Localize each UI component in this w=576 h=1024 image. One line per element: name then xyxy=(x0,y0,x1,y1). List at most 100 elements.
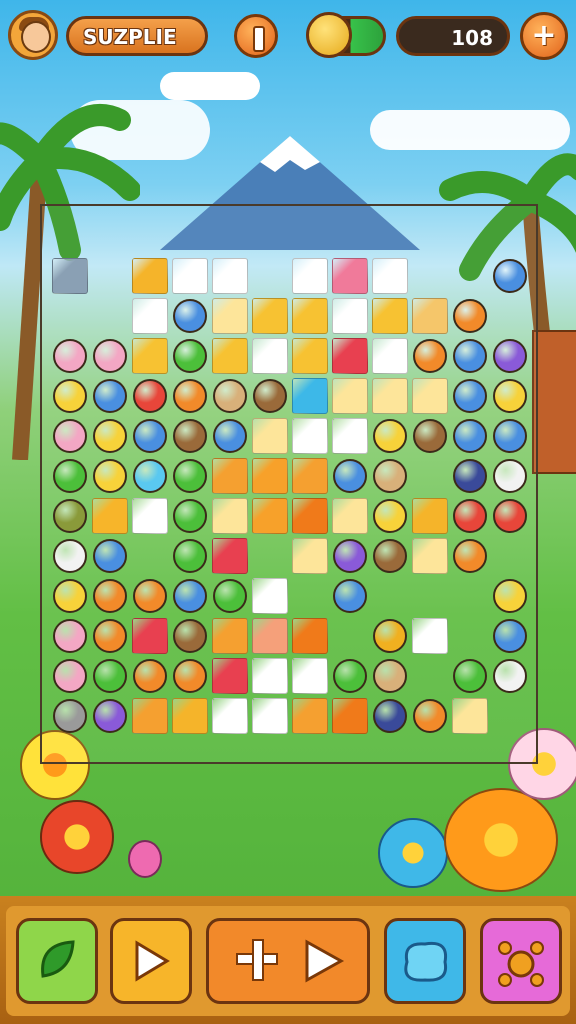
scroll-tan-icon[interactable] xyxy=(370,456,410,496)
monster-purple-icon[interactable] xyxy=(490,336,530,376)
tile[interactable] xyxy=(332,338,368,374)
monster-blue-icon[interactable] xyxy=(490,256,530,296)
hedgehog-brown-icon[interactable] xyxy=(170,616,210,656)
pencil-orange-icon[interactable] xyxy=(410,696,450,736)
ghost-white-icon[interactable] xyxy=(50,536,90,576)
frog-green-icon[interactable] xyxy=(90,656,130,696)
tile[interactable] xyxy=(372,258,408,294)
player-avatar[interactable] xyxy=(8,10,58,60)
step-play-button[interactable] xyxy=(206,918,370,1004)
gem-gold-icon[interactable] xyxy=(370,616,410,656)
cat-blue-icon[interactable] xyxy=(130,416,170,456)
owl-tan-icon[interactable] xyxy=(210,376,250,416)
tile[interactable] xyxy=(212,538,248,574)
tile[interactable] xyxy=(212,698,248,734)
frog-green-icon[interactable] xyxy=(50,456,90,496)
tile[interactable] xyxy=(332,498,368,534)
box-navy-icon[interactable] xyxy=(370,696,410,736)
frog-green-icon[interactable] xyxy=(170,456,210,496)
bat-purple-icon[interactable] xyxy=(330,536,370,576)
pig-pink-icon[interactable] xyxy=(50,336,90,376)
tile[interactable] xyxy=(332,418,368,454)
tile[interactable] xyxy=(212,458,248,494)
monster-red-icon[interactable] xyxy=(490,496,530,536)
add-button[interactable]: + xyxy=(520,12,568,60)
chick-yellow-icon[interactable] xyxy=(50,376,90,416)
tile[interactable] xyxy=(252,578,288,614)
log-brown-icon[interactable] xyxy=(170,416,210,456)
bird-orange-icon[interactable] xyxy=(170,376,210,416)
tile[interactable] xyxy=(292,658,328,694)
tile[interactable] xyxy=(212,298,248,334)
tile[interactable] xyxy=(412,298,448,334)
tree-green-icon[interactable] xyxy=(170,336,210,376)
tile[interactable] xyxy=(292,698,328,734)
tile[interactable] xyxy=(292,298,328,334)
pencil-orange-icon[interactable] xyxy=(410,336,450,376)
tile[interactable] xyxy=(412,498,448,534)
tile[interactable] xyxy=(92,498,128,534)
owl-olive-icon[interactable] xyxy=(50,496,90,536)
tile[interactable] xyxy=(332,698,368,734)
monster-blue-icon[interactable] xyxy=(170,296,210,336)
tile[interactable] xyxy=(252,658,288,694)
pencil-yellow-icon[interactable] xyxy=(370,496,410,536)
tile[interactable] xyxy=(372,298,408,334)
tile[interactable] xyxy=(212,658,248,694)
bird-blue-icon[interactable] xyxy=(490,616,530,656)
frog-green-icon[interactable] xyxy=(450,656,490,696)
apple-green-icon[interactable] xyxy=(170,536,210,576)
sheep-white-icon[interactable] xyxy=(490,456,530,496)
hedgehog-gray-icon[interactable] xyxy=(50,696,90,736)
tile[interactable] xyxy=(252,418,288,454)
cat-yellow-icon[interactable] xyxy=(90,456,130,496)
gem-blue-icon[interactable] xyxy=(90,536,130,576)
tile[interactable] xyxy=(292,498,328,534)
tile[interactable] xyxy=(212,258,248,294)
tile[interactable] xyxy=(332,378,368,414)
pig-pink-icon[interactable] xyxy=(50,416,90,456)
cat-purple-icon[interactable] xyxy=(90,696,130,736)
leaf-hint-button[interactable] xyxy=(16,918,98,1004)
egg-pink-icon[interactable] xyxy=(50,656,90,696)
scroll-orange-icon[interactable] xyxy=(450,296,490,336)
tile[interactable] xyxy=(452,698,488,734)
tile[interactable] xyxy=(132,338,168,374)
owl-brown-icon[interactable] xyxy=(250,376,290,416)
tile[interactable] xyxy=(172,258,208,294)
play-button[interactable] xyxy=(110,918,192,1004)
tile[interactable] xyxy=(292,378,328,414)
tile[interactable] xyxy=(252,458,288,494)
tile[interactable] xyxy=(292,618,328,654)
box-blue-icon[interactable] xyxy=(90,376,130,416)
fire-orange-icon[interactable] xyxy=(130,656,170,696)
tile[interactable] xyxy=(412,618,448,654)
tile[interactable] xyxy=(132,298,168,334)
box-navy-icon[interactable] xyxy=(450,456,490,496)
boot-blue-icon[interactable] xyxy=(450,416,490,456)
tile[interactable] xyxy=(132,618,168,654)
frog-green-icon[interactable] xyxy=(330,656,370,696)
tile[interactable] xyxy=(212,338,248,374)
hammer-tan-icon[interactable] xyxy=(370,656,410,696)
bulb-blue-icon[interactable] xyxy=(450,376,490,416)
tile[interactable] xyxy=(292,338,328,374)
dino-green-icon[interactable] xyxy=(210,576,250,616)
cat-blue-icon[interactable] xyxy=(210,416,250,456)
tile[interactable] xyxy=(332,258,368,294)
banana-yellow-icon[interactable] xyxy=(490,376,530,416)
pig-pink-icon[interactable] xyxy=(50,616,90,656)
gem-pink-icon[interactable] xyxy=(90,336,130,376)
tile[interactable] xyxy=(412,378,448,414)
bread-orange-icon[interactable] xyxy=(90,576,130,616)
hammer-red-icon[interactable] xyxy=(130,376,170,416)
bag-blue-icon[interactable] xyxy=(330,576,370,616)
tile[interactable] xyxy=(132,258,168,294)
tile[interactable] xyxy=(292,458,328,494)
cat-orange-icon[interactable] xyxy=(170,656,210,696)
sheep-white-icon[interactable] xyxy=(490,656,530,696)
tile[interactable] xyxy=(132,698,168,734)
owl-brown-icon[interactable] xyxy=(370,536,410,576)
fish-orange-icon[interactable] xyxy=(90,616,130,656)
tile[interactable] xyxy=(132,498,168,534)
